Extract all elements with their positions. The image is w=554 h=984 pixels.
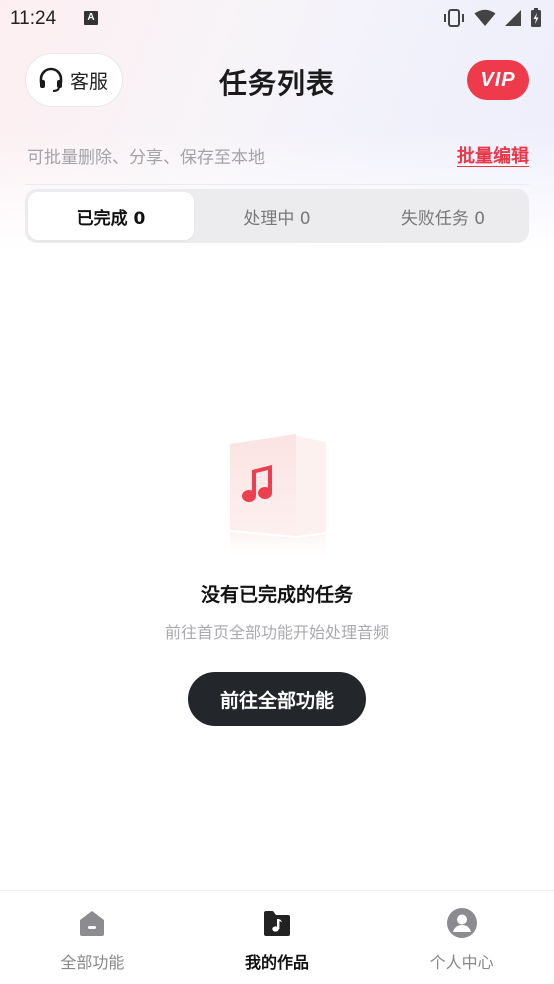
nav-label-all-features: 全部功能 xyxy=(60,953,125,972)
task-status-tabs: 已完成 0 处理中 0 失败任务 0 xyxy=(25,189,529,243)
vibrate-icon xyxy=(444,9,464,27)
divider xyxy=(25,184,529,185)
status-icons xyxy=(442,8,542,28)
tab-failed[interactable]: 失败任务 0 xyxy=(360,192,526,240)
nav-label-profile: 个人中心 xyxy=(429,953,494,972)
notification-a-icon: A xyxy=(84,11,98,25)
batch-edit-link[interactable]: 批量编辑 xyxy=(457,142,529,168)
nav-label-my-works: 我的作品 xyxy=(245,953,310,972)
signal-icon xyxy=(505,10,521,26)
status-time: 11:24 xyxy=(10,8,57,29)
tab-completed[interactable]: 已完成 0 xyxy=(28,192,194,240)
home-icon xyxy=(76,907,108,939)
wifi-icon xyxy=(474,9,496,26)
music-document-icon xyxy=(230,434,326,562)
status-bar: 11:24 A xyxy=(0,0,554,36)
user-profile-icon xyxy=(446,907,478,939)
go-all-features-button[interactable]: 前往全部功能 xyxy=(188,672,366,726)
empty-state-title: 没有已完成的任务 xyxy=(200,584,353,606)
vip-button[interactable]: VIP xyxy=(467,60,529,100)
battery-charging-icon xyxy=(531,8,541,27)
tab-processing[interactable]: 处理中 0 xyxy=(194,192,360,240)
nav-item-my-works[interactable]: 我的作品 xyxy=(185,891,370,984)
bottom-navigation: 全部功能 我的作品 个人中心 xyxy=(0,890,554,984)
empty-state-subtitle: 前往首页全部功能开始处理音频 xyxy=(164,623,389,642)
music-folder-icon xyxy=(261,907,293,939)
nav-item-all-features[interactable]: 全部功能 xyxy=(0,891,185,984)
batch-hint-text: 可批量删除、分享、保存至本地 xyxy=(27,148,265,168)
nav-item-profile[interactable]: 个人中心 xyxy=(369,891,554,984)
